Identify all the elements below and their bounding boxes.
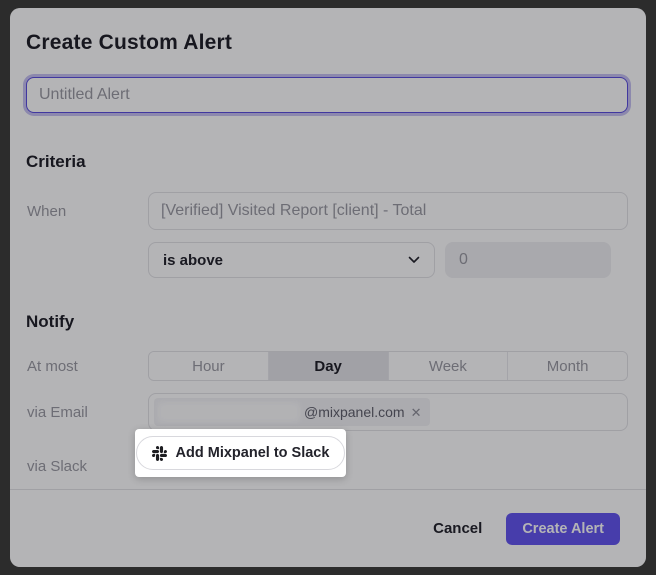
email-recipients-field[interactable]: @mixpanel.com ✕ <box>148 393 628 431</box>
via-slack-label: via Slack <box>26 458 148 475</box>
frequency-option-month[interactable]: Month <box>507 352 627 380</box>
chevron-down-icon <box>408 256 420 264</box>
via-email-row: via Email @mixpanel.com ✕ <box>26 393 628 431</box>
when-label: When <box>26 203 148 220</box>
email-chip-remove-icon[interactable]: ✕ <box>411 406 422 419</box>
threshold-input[interactable] <box>445 242 611 278</box>
event-input[interactable] <box>148 192 628 230</box>
via-email-label: via Email <box>26 404 148 421</box>
cancel-button[interactable]: Cancel <box>433 520 482 537</box>
frequency-option-week[interactable]: Week <box>388 352 508 380</box>
notify-heading: Notify <box>26 312 628 332</box>
modal-title: Create Custom Alert <box>26 8 628 56</box>
email-chip: @mixpanel.com ✕ <box>154 398 430 426</box>
frequency-segmented-control: Hour Day Week Month <box>148 351 628 381</box>
frequency-option-hour[interactable]: Hour <box>149 352 268 380</box>
slack-icon <box>152 446 167 461</box>
criteria-heading: Criteria <box>26 152 628 172</box>
slack-button-label: Add Mixpanel to Slack <box>176 445 330 461</box>
create-alert-button[interactable]: Create Alert <box>506 513 620 545</box>
add-mixpanel-to-slack-button[interactable]: Add Mixpanel to Slack <box>136 436 346 470</box>
at-most-label: At most <box>26 358 148 375</box>
operator-dropdown[interactable]: is above <box>148 242 435 278</box>
email-chip-domain: @mixpanel.com <box>304 404 405 420</box>
slack-spotlight-highlight: Add Mixpanel to Slack <box>135 429 346 477</box>
create-custom-alert-modal: Create Custom Alert Criteria When is abo… <box>10 8 646 567</box>
operator-row: is above <box>26 242 628 278</box>
modal-footer: Cancel Create Alert <box>10 489 646 567</box>
email-user-redacted <box>158 402 300 422</box>
when-row: When <box>26 192 628 230</box>
operator-dropdown-value: is above <box>163 252 408 269</box>
frequency-option-day[interactable]: Day <box>268 352 388 380</box>
alert-name-input[interactable] <box>26 77 628 113</box>
at-most-row: At most Hour Day Week Month <box>26 351 628 381</box>
